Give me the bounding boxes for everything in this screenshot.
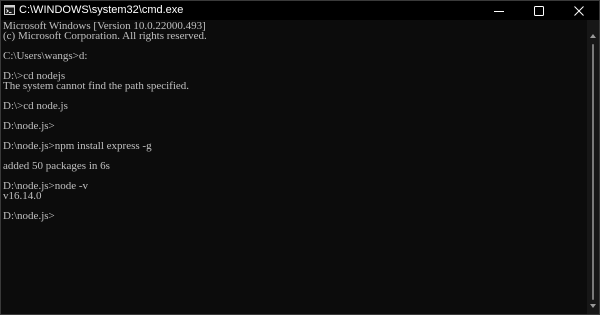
close-icon — [574, 5, 584, 16]
console-line: D:\>cd node.js — [3, 100, 68, 112]
console-line: The system cannot find the path specifie… — [3, 80, 190, 92]
cmd-window: C:\WINDOWS\system32\cmd.exe Microsoft Wi… — [0, 0, 600, 315]
scroll-up-icon[interactable] — [590, 34, 596, 38]
console-line: D:\node.js> — [3, 120, 55, 132]
maximize-button[interactable] — [519, 1, 559, 20]
close-button[interactable] — [559, 1, 599, 20]
console-line: D:\node.js> — [3, 210, 55, 222]
window-title: C:\WINDOWS\system32\cmd.exe — [19, 4, 184, 16]
vertical-scrollbar[interactable] — [587, 20, 599, 314]
minimize-button[interactable] — [479, 1, 519, 20]
console-line: D:\node.js>npm install express -g — [3, 140, 152, 152]
cmd-icon — [4, 5, 15, 15]
minimize-icon — [494, 10, 504, 12]
title-bar[interactable]: C:\WINDOWS\system32\cmd.exe — [1, 1, 599, 20]
maximize-icon — [534, 5, 544, 16]
console-line: C:\Users\wangs>d: — [3, 50, 88, 62]
console-line: added 50 packages in 6s — [3, 160, 110, 172]
scroll-thumb[interactable] — [592, 44, 594, 300]
scroll-down-icon[interactable] — [590, 304, 596, 308]
console-line: v16.14.0 — [3, 190, 42, 202]
console-output[interactable]: Microsoft Windows [Version 10.0.22000.49… — [1, 20, 587, 314]
console-line: (c) Microsoft Corporation. All rights re… — [3, 30, 207, 42]
